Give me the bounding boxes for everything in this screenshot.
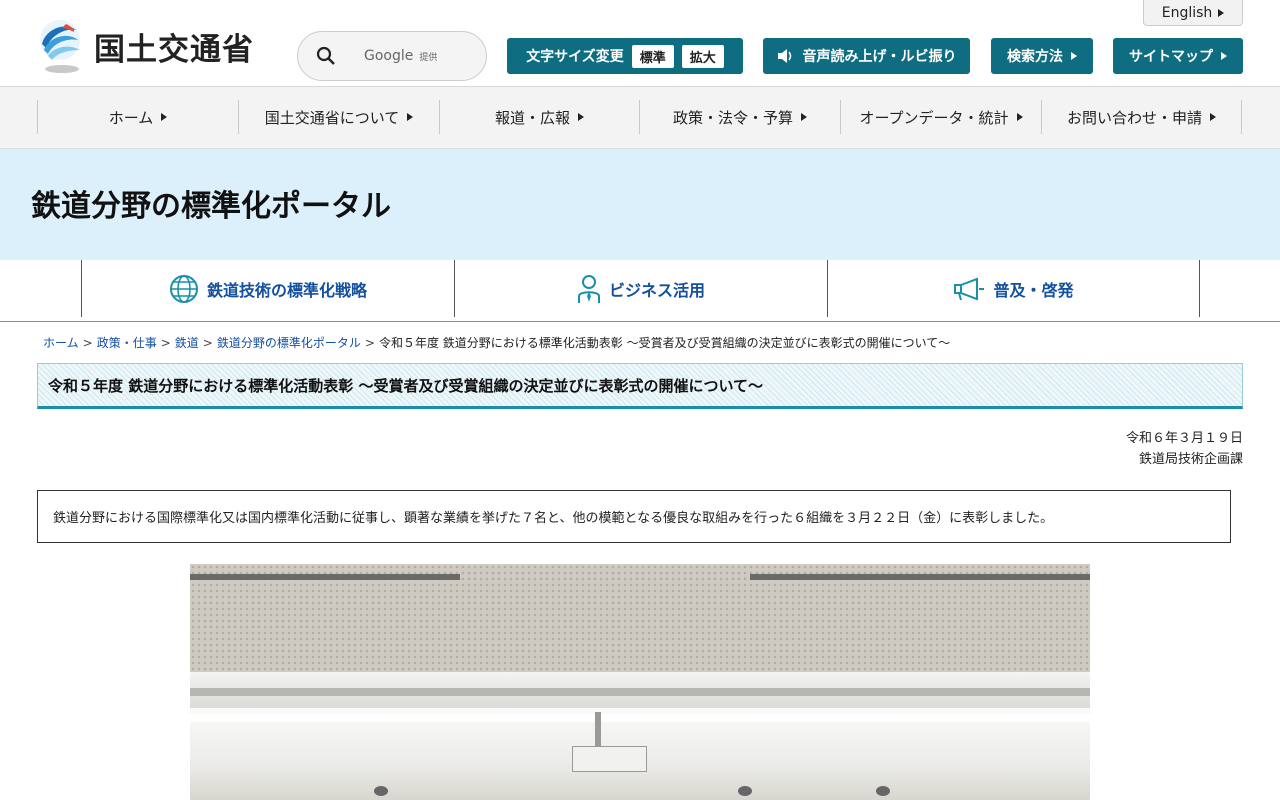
photo-ceiling-vent: [750, 574, 1090, 580]
breadcrumb-link[interactable]: 政策・仕事: [97, 334, 157, 351]
breadcrumb-current: 令和５年度 鉄道分野における標準化活動表彰 ～受賞者及び受賞組織の決定並びに表彰…: [378, 336, 951, 350]
arrow-right-icon: [161, 113, 168, 121]
gnav-opendata[interactable]: オープンデータ・統計: [840, 100, 1041, 134]
portal-banner: 鉄道分野の標準化ポータル: [0, 149, 1280, 260]
portal-nav-strategy[interactable]: 鉄道技術の標準化戦略: [81, 260, 454, 317]
site-logo[interactable]: 国土交通省: [36, 18, 254, 74]
logo-text: 国土交通省: [94, 31, 254, 68]
globe-icon: [169, 274, 198, 303]
arrow-right-icon: [578, 113, 584, 121]
breadcrumb-link[interactable]: ホーム: [43, 334, 79, 351]
article-meta: 令和６年３月１９日 鉄道局技術企画課: [1126, 428, 1243, 470]
arrow-right-icon: [1221, 52, 1227, 60]
arrow-right-icon: [1016, 113, 1023, 121]
search-provider: Google: [364, 48, 414, 64]
font-size-control: 文字サイズ変更 標準 拡大: [507, 38, 743, 74]
portal-nav: 鉄道技術の標準化戦略 ビジネス活用 普及・啓発: [0, 260, 1280, 322]
summary-text: 鉄道分野における国際標準化又は国内標準化活動に従事し、顕著な業績を挙げた７名と、…: [53, 511, 1054, 526]
page-heading-box: 令和５年度 鉄道分野における標準化活動表彰 ～受賞者及び受賞組織の決定並びに表彰…: [37, 363, 1243, 409]
photo-ceiling-vent: [190, 574, 460, 580]
portal-nav-label: 普及・啓発: [993, 280, 1074, 300]
search-method-button[interactable]: 検索方法: [991, 38, 1093, 74]
megaphone-icon: [954, 277, 985, 300]
english-link[interactable]: English: [1143, 0, 1243, 26]
photo-ceiling-spot: [738, 786, 752, 796]
search-icon: [316, 46, 335, 65]
gnav-label: オープンデータ・統計: [859, 108, 1009, 127]
gnav-label: 政策・法令・予算: [672, 108, 793, 127]
portal-nav-outreach[interactable]: 普及・啓発: [827, 260, 1199, 317]
photo-light-strip: [190, 714, 1090, 722]
breadcrumb-separator: >: [364, 335, 375, 350]
breadcrumb-separator: >: [160, 335, 171, 350]
breadcrumb-separator: >: [202, 335, 213, 350]
photo-beam-line: [190, 688, 1090, 696]
article-summary: 鉄道分野における国際標準化又は国内標準化活動に従事し、顕著な業績を挙げた７名と、…: [37, 490, 1231, 543]
gnav-label: ホーム: [108, 108, 154, 127]
arrow-right-icon: [801, 113, 807, 121]
gnav-home[interactable]: ホーム: [37, 100, 238, 134]
portal-title[interactable]: 鉄道分野の標準化ポータル: [31, 181, 391, 225]
arrow-right-icon: [1071, 52, 1077, 60]
arrow-right-icon: [1218, 8, 1225, 17]
arrow-right-icon: [407, 113, 414, 121]
audio-ruby-label: 音声読み上げ・ルビ振り: [802, 49, 957, 65]
department: 鉄道局技術企画課: [1138, 452, 1243, 467]
gnav-about[interactable]: 国土交通省について: [238, 100, 439, 134]
photo-projector-pole: [595, 712, 601, 748]
gnav-label: お問い合わせ・申請: [1066, 108, 1202, 127]
arrow-right-icon: [1210, 113, 1216, 121]
gnav-press[interactable]: 報道・広報: [439, 100, 639, 134]
search-placeholder: Google 提供: [364, 48, 437, 64]
gnav-contact[interactable]: お問い合わせ・申請: [1041, 100, 1242, 134]
gnav-label: 国土交通省について: [264, 108, 400, 127]
font-size-label: 文字サイズ変更: [526, 49, 624, 65]
breadcrumb: ホーム > 政策・仕事 > 鉄道 > 鉄道分野の標準化ポータル > 令和５年度 …: [43, 334, 950, 351]
sitemap-button[interactable]: サイトマップ: [1113, 38, 1243, 74]
breadcrumb-link[interactable]: 鉄道分野の標準化ポータル: [217, 334, 361, 351]
font-size-large-button[interactable]: 拡大: [681, 44, 724, 68]
breadcrumb-separator: >: [82, 335, 93, 350]
publish-date: 令和６年３月１９日: [1125, 431, 1243, 446]
photo-ceiling-spot: [876, 786, 890, 796]
portal-nav-label: ビジネス活用: [608, 280, 705, 300]
photo-ceiling-spot: [374, 786, 388, 796]
search-method-label: 検索方法: [1007, 49, 1063, 65]
audio-ruby-button[interactable]: 音声読み上げ・ルビ振り: [763, 38, 970, 74]
breadcrumb-link[interactable]: 鉄道: [175, 334, 199, 351]
font-size-standard-button[interactable]: 標準: [631, 44, 674, 68]
portal-nav-label: 鉄道技術の標準化戦略: [206, 280, 367, 300]
global-nav: ホーム 国土交通省について 報道・広報 政策・法令・予算 オープンデータ・統計 …: [0, 87, 1280, 149]
portal-nav-divider: [1199, 260, 1200, 317]
site-search[interactable]: Google 提供: [297, 31, 487, 81]
photo-ceiling: [190, 564, 1090, 672]
person-icon: [577, 274, 600, 303]
search-provided-label: 提供: [419, 53, 438, 63]
sitemap-label: サイトマップ: [1129, 49, 1213, 65]
page-title: 令和５年度 鉄道分野における標準化活動表彰 ～受賞者及び受賞組織の決定並びに表彰…: [48, 376, 763, 395]
english-label: English: [1161, 4, 1213, 21]
gnav-label: 報道・広報: [494, 108, 570, 127]
photo-projector: [572, 746, 647, 772]
mlit-logo-icon: [36, 18, 84, 74]
site-header: English 国土交通省 Google 提供 文字サイズ変更 標準 拡大 音声…: [0, 0, 1280, 87]
speaker-icon: [777, 49, 791, 63]
ceremony-photo: [190, 564, 1090, 800]
gnav-policy[interactable]: 政策・法令・予算: [639, 100, 840, 134]
portal-nav-business[interactable]: ビジネス活用: [454, 260, 827, 317]
